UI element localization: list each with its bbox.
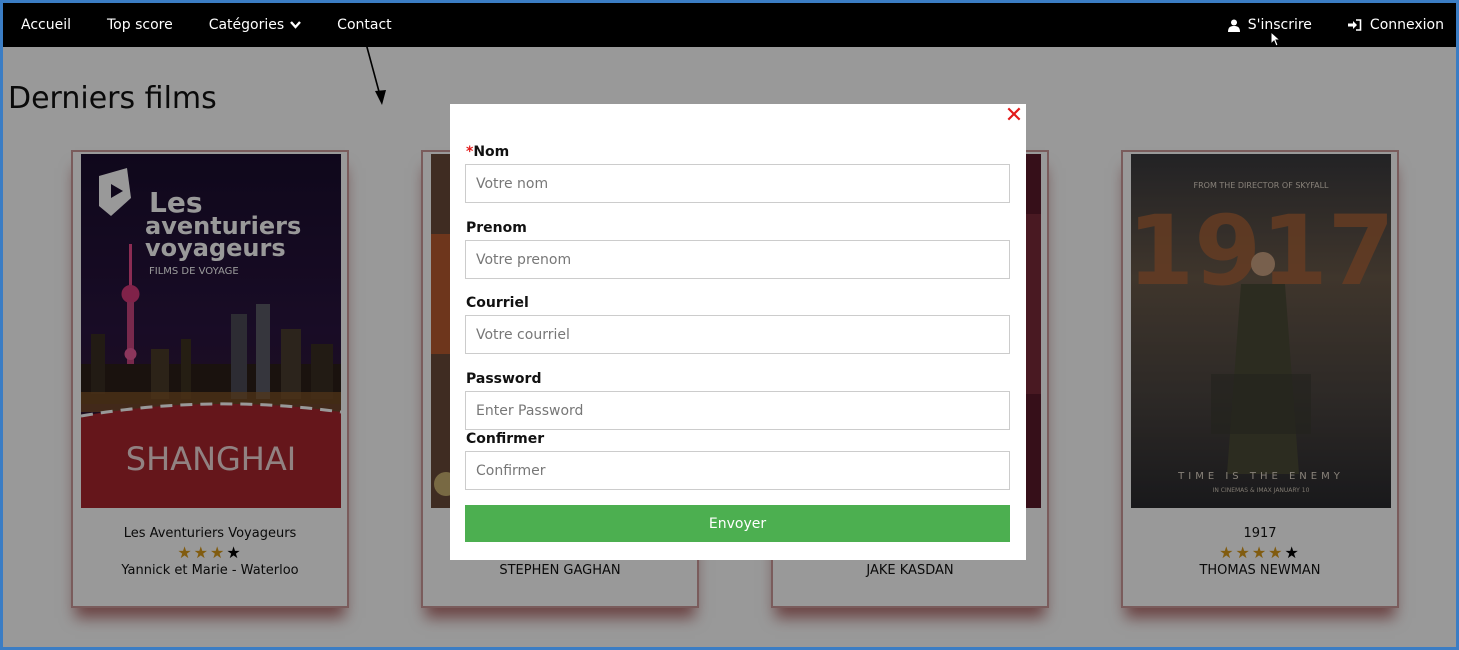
browser-viewport: Accueil Top score Catégories Contact S'i… xyxy=(0,0,1459,650)
nav-login-label: Connexion xyxy=(1369,17,1444,33)
nav-login[interactable]: Connexion xyxy=(1347,17,1444,33)
password-input[interactable] xyxy=(465,391,1010,430)
courriel-label: Courriel xyxy=(466,295,529,311)
nom-input[interactable] xyxy=(465,164,1010,203)
nav-contact[interactable]: Contact xyxy=(337,17,391,33)
nav-right-group: S'inscrire Connexion xyxy=(1192,3,1456,47)
nom-label: *Nom xyxy=(466,144,509,160)
nav-signup-label: S'inscrire xyxy=(1247,17,1312,33)
close-icon[interactable]: ✕ xyxy=(1004,105,1024,127)
submit-button[interactable]: Envoyer xyxy=(465,505,1010,542)
signup-modal: ✕ *Nom Prenom Courriel Password Confirme… xyxy=(450,104,1026,560)
password-label: Password xyxy=(466,371,542,387)
nom-label-text: Nom xyxy=(473,144,510,160)
nav-categories-label: Catégories xyxy=(208,17,285,33)
prenom-label: Prenom xyxy=(466,220,527,236)
top-navbar: Accueil Top score Catégories Contact S'i… xyxy=(3,3,1456,47)
confirmer-label: Confirmer xyxy=(466,431,545,447)
nav-top-score[interactable]: Top score xyxy=(107,17,173,33)
nav-top-score-label: Top score xyxy=(107,17,173,33)
nav-accueil[interactable]: Accueil xyxy=(21,17,71,33)
nav-left-group: Accueil Top score Catégories Contact xyxy=(3,3,428,47)
confirm-password-input[interactable] xyxy=(465,451,1010,490)
nav-signup[interactable]: S'inscrire xyxy=(1227,17,1312,33)
chevron-down-icon xyxy=(290,19,302,32)
nav-accueil-label: Accueil xyxy=(21,17,71,33)
nav-categories-dropdown[interactable]: Catégories xyxy=(208,17,302,33)
user-icon xyxy=(1227,19,1240,32)
courriel-input[interactable] xyxy=(465,315,1010,354)
sign-in-icon xyxy=(1347,19,1362,31)
prenom-input[interactable] xyxy=(465,240,1010,279)
nav-contact-label: Contact xyxy=(337,17,392,33)
